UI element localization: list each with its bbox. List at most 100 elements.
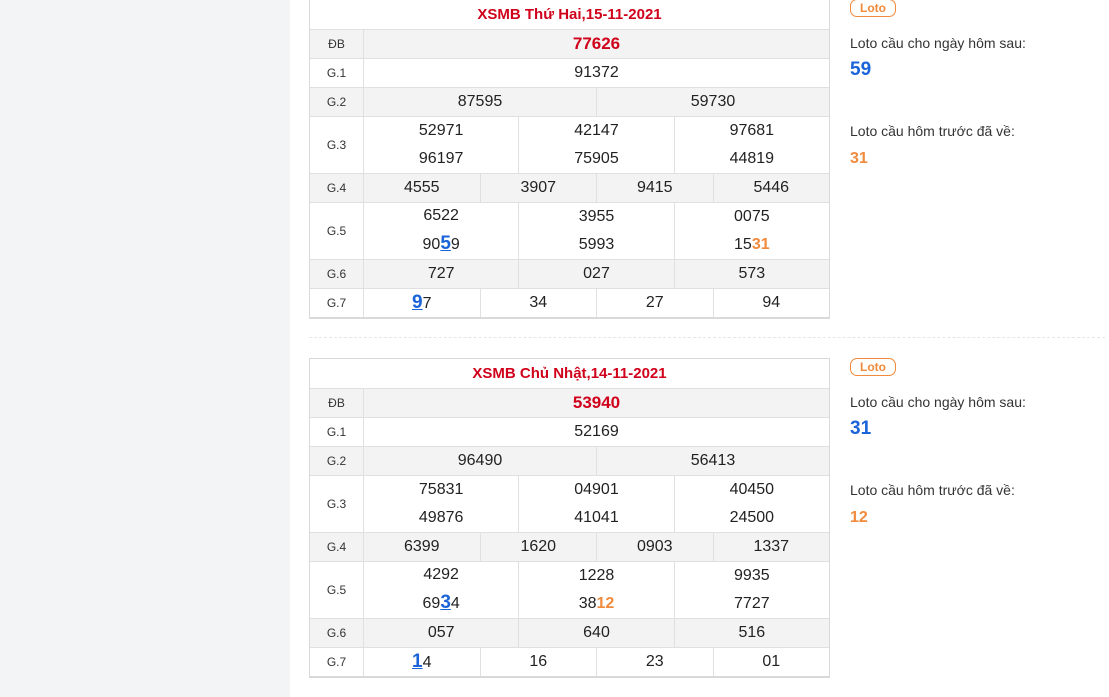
prize-label: G.4: [310, 533, 364, 561]
loto-tag[interactable]: Loto: [850, 0, 896, 17]
prize-number: 516: [738, 624, 766, 641]
prize-number: 27: [645, 294, 664, 311]
previous-day-label: Loto cầu hôm trước đã về:: [850, 482, 1015, 498]
highlight-digit: 5: [440, 233, 451, 254]
prize-number: 41041: [574, 509, 619, 526]
highlight-digit: 1: [412, 651, 423, 672]
table-row: G.4 6399 1620 0903 1337: [310, 533, 829, 562]
prize-cell: 14: [364, 648, 481, 676]
loto-tag[interactable]: Loto: [850, 358, 896, 376]
table-row: G.3 75831 49876 04901 41041 40450 24500: [310, 476, 829, 533]
prize-cell: 3907: [481, 174, 597, 202]
table-row: G.2 87595 59730: [310, 88, 829, 117]
prize-cell: 34: [481, 289, 597, 317]
prize-number: 01: [762, 653, 781, 670]
prize-cells: 77626: [364, 30, 829, 58]
table-title[interactable]: XSMB Thứ Hai,15-11-2021: [310, 0, 829, 30]
highlight-digit: 3: [440, 592, 451, 613]
prize-label: G.7: [310, 648, 364, 676]
prize-number: 44819: [729, 150, 775, 167]
prize-number: 87595: [457, 93, 503, 110]
prize-number: 027: [583, 265, 610, 282]
prize-cells: 97 34 27 94: [364, 289, 829, 317]
prize-number: 16: [529, 653, 548, 670]
next-day-value[interactable]: 59: [850, 59, 871, 81]
prize-cell: 40450 24500: [675, 476, 829, 532]
previous-day-value[interactable]: 12: [850, 509, 868, 527]
previous-day-value[interactable]: 31: [850, 150, 868, 168]
prize-number: 97: [412, 292, 431, 314]
prize-cell: 1228 3812: [519, 562, 675, 618]
prize-cell: 01: [714, 648, 830, 676]
prize-cell: 77626: [364, 30, 829, 58]
prize-number: 56413: [690, 452, 736, 469]
prize-number: 6399: [403, 538, 440, 555]
prize-number: 7727: [734, 595, 770, 612]
table-row: G.2 96490 56413: [310, 447, 829, 476]
prize-label: G.6: [310, 619, 364, 647]
prize-number: 42147: [574, 122, 619, 139]
digits: 7: [422, 295, 432, 312]
prize-cell: 96490: [364, 447, 597, 475]
prize-cell: 52971 96197: [364, 117, 520, 173]
next-day-value[interactable]: 31: [850, 418, 871, 440]
prize-cells: 14 16 23 01: [364, 648, 829, 676]
prize-cell: 9935 7727: [675, 562, 829, 618]
prize-label: G.3: [310, 476, 364, 532]
prize-cell: 56413: [597, 447, 829, 475]
prize-cells: 91372: [364, 59, 829, 87]
prize-cell: 97681 44819: [675, 117, 829, 173]
prize-label: G.1: [310, 59, 364, 87]
prize-number: 3955: [578, 208, 615, 225]
prize-number: 057: [427, 624, 455, 641]
table-row: G.1 52169: [310, 418, 829, 447]
prize-number: 573: [738, 265, 766, 282]
result-table: XSMB Chủ Nhật,14-11-2021 ĐB 53940 G.1 52169…: [309, 358, 830, 678]
table-row: G.4 4555 3907 9415 5446: [310, 174, 829, 203]
digits: 69: [422, 595, 441, 612]
prize-number: 04901: [574, 481, 619, 498]
table-title[interactable]: XSMB Chủ Nhật,14-11-2021: [310, 359, 829, 389]
prize-label: G.5: [310, 203, 364, 259]
prize-number: 4292: [423, 566, 459, 583]
prize-cell: 5446: [714, 174, 830, 202]
next-day-label: Loto cầu cho ngày hôm sau:: [850, 35, 1026, 51]
prize-cell: 0903: [597, 533, 714, 561]
digits: 15: [734, 236, 752, 253]
prize-number: 75905: [574, 150, 619, 167]
prize-number: 96197: [418, 150, 464, 167]
special-prize-number: 77626: [572, 34, 621, 53]
prize-number: 24500: [729, 509, 775, 526]
digits: 4: [422, 654, 432, 671]
prize-number: 0903: [636, 538, 673, 555]
prize-cell: 94: [714, 289, 830, 317]
table-row: G.7 14 16 23 01: [310, 648, 829, 676]
table-body: ĐB 53940 G.1 52169 G.2 96490 56413 G.3 75831 4987…: [310, 389, 829, 676]
prize-cell: 9415: [597, 174, 714, 202]
prize-cells: 4292 6934 1228 3812 9935 7727: [364, 562, 829, 618]
prize-cell: 23: [597, 648, 714, 676]
prize-cell: 573: [675, 260, 829, 288]
prize-cell: 1620: [481, 533, 597, 561]
prize-number: 97681: [729, 122, 775, 139]
prize-cells: 87595 59730: [364, 88, 829, 116]
table-row: G.6 727 027 573: [310, 260, 829, 289]
prize-cell: 4555: [364, 174, 481, 202]
digits: 4: [450, 595, 460, 612]
prize-cell: 97: [364, 289, 481, 317]
prize-number: 59730: [690, 93, 736, 110]
table-row: G.5 4292 6934 1228 3812 9935 7727: [310, 562, 829, 619]
next-day-label: Loto cầu cho ngày hôm sau:: [850, 394, 1026, 410]
prize-label: G.1: [310, 418, 364, 446]
prize-cells: 52169: [364, 418, 829, 446]
prize-number: 40450: [729, 481, 775, 498]
prize-cells: 96490 56413: [364, 447, 829, 475]
prize-number: 3907: [520, 179, 557, 196]
prize-number: 75831: [418, 481, 464, 498]
prize-cell: 52169: [364, 418, 829, 446]
prize-cell: 87595: [364, 88, 597, 116]
prize-cell: 1337: [714, 533, 830, 561]
table-row: ĐB 77626: [310, 30, 829, 59]
section-divider: [309, 337, 1105, 338]
table-row: G.7 97 34 27 94: [310, 289, 829, 317]
